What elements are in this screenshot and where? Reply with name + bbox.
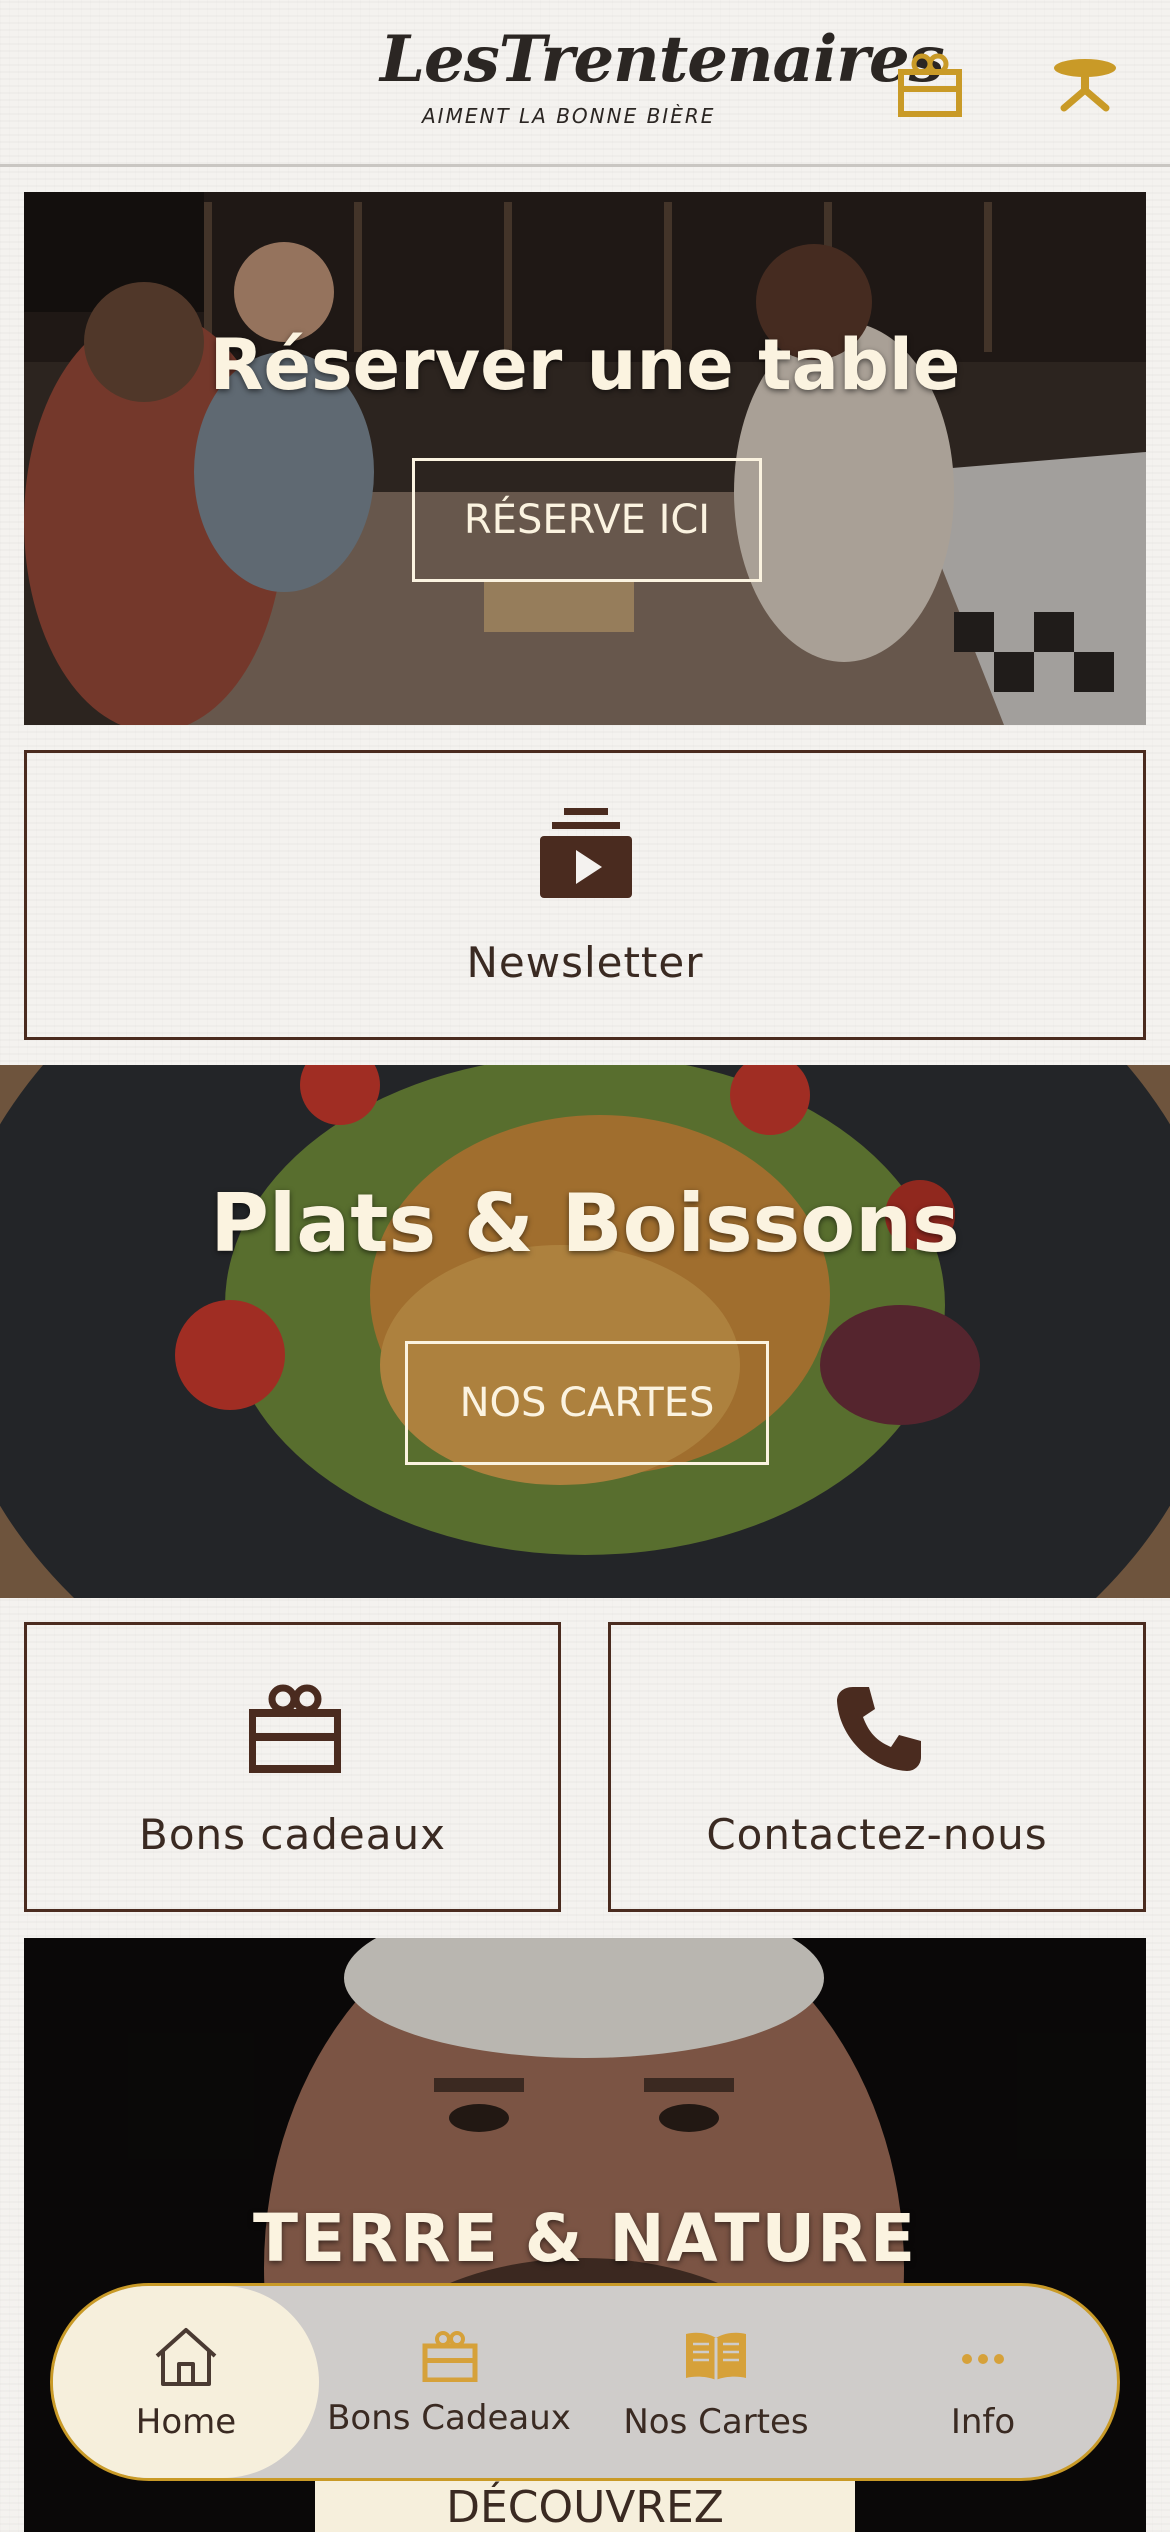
video-stack-icon (540, 808, 632, 904)
menu-banner[interactable]: Plats & Boissons NOS CARTES (0, 1065, 1170, 1598)
nav-item-home[interactable]: Home (53, 2286, 319, 2478)
gift-label: Bons cadeaux (139, 1810, 446, 1859)
brand-logo[interactable]: LesTrentenaires AIMENT LA BONNE BIÈRE (380, 22, 945, 137)
nav-label-home: Home (135, 2402, 237, 2442)
phone-icon (835, 1683, 925, 1777)
newsletter-tile[interactable]: Newsletter (24, 750, 1146, 1040)
menu-button[interactable]: NOS CARTES (405, 1341, 769, 1465)
nav-label-info: Info (950, 2402, 1016, 2442)
app-header: LesTrentenaires AIMENT LA BONNE BIÈRE (0, 0, 1170, 167)
menu-title: Plats & Boissons (210, 1177, 960, 1270)
gift-icon (248, 1683, 342, 1777)
logo-tagline: AIMENT LA BONNE BIÈRE (422, 104, 716, 128)
bottom-nav: Home Bons Cadeaux Nos Cartes Info (50, 2283, 1120, 2481)
contact-label: Contactez-nous (706, 1810, 1048, 1859)
contact-tile[interactable]: Contactez-nous (608, 1622, 1146, 1912)
nav-item-nos-cartes[interactable]: Nos Cartes (586, 2286, 846, 2478)
table-icon[interactable] (1050, 50, 1120, 120)
home-icon (153, 2326, 219, 2392)
nav-item-bons-cadeaux[interactable]: Bons Cadeaux (319, 2286, 579, 2478)
reserve-banner[interactable]: Réserver une table RÉSERVE ICI (24, 192, 1146, 725)
reserve-title: Réserver une table (209, 324, 961, 406)
reserve-button[interactable]: RÉSERVE ICI (412, 458, 762, 582)
more-icon (961, 2350, 1005, 2369)
gift-icon[interactable] (895, 50, 965, 120)
logo-script: LesTrentenaires (380, 22, 945, 97)
gift-icon (422, 2330, 478, 2386)
newsletter-label: Newsletter (466, 938, 704, 987)
gift-tile[interactable]: Bons cadeaux (24, 1622, 561, 1912)
nav-item-info[interactable]: Info (853, 2286, 1113, 2478)
book-icon (684, 2330, 748, 2386)
terre-title: TERRE & NATURE (252, 2200, 918, 2277)
nav-label-nos-cartes: Nos Cartes (623, 2402, 809, 2442)
food-photo (0, 1065, 1170, 1598)
nav-label-bons-cadeaux: Bons Cadeaux (327, 2398, 571, 2438)
